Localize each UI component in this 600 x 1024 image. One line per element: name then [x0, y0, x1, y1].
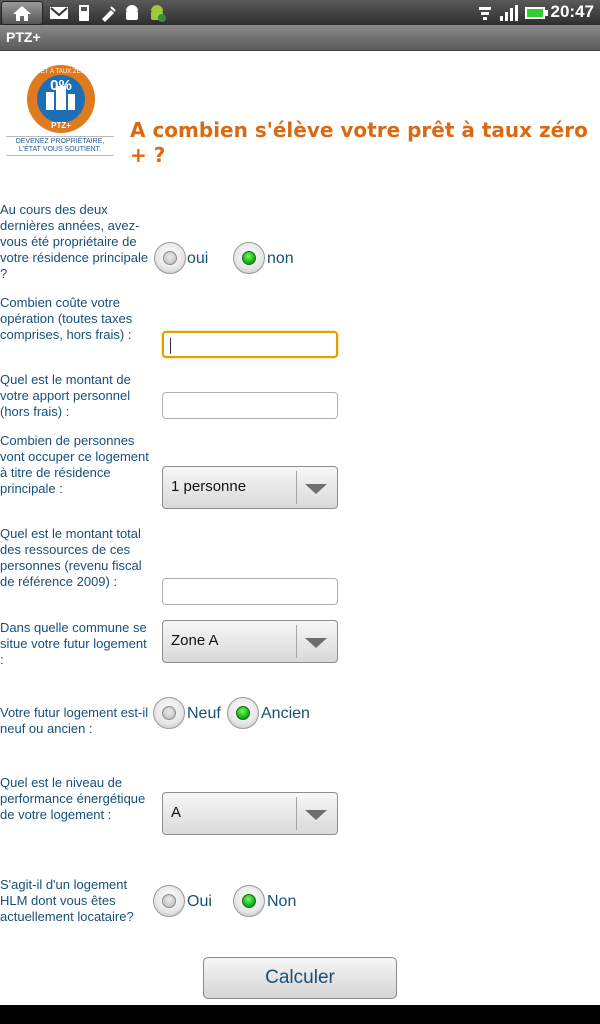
radio-hlm-no-label[interactable]: Non [267, 893, 296, 911]
cost-input[interactable] [162, 331, 338, 358]
radio-ownership-yes[interactable] [154, 242, 186, 274]
app-title-bar: PTZ+ [0, 25, 600, 51]
sd-card-icon [74, 3, 94, 22]
contribution-input[interactable] [162, 392, 338, 419]
clock: 20:47 [550, 2, 594, 21]
page-title: A combien s'élève votre prêt à taux zéro… [130, 118, 588, 167]
radio-dot-checked [236, 706, 250, 720]
logo-brand: PTZ+ [51, 121, 71, 130]
logo-tagline: DEVENEZ PROPRIÉTAIRE, L'ÉTAT VOUS SOUTIE… [6, 136, 114, 156]
gmail-icon [48, 3, 70, 22]
question-persons-label: Combien de personnes vont occuper ce log… [0, 433, 149, 496]
battery-icon [524, 3, 548, 22]
radio-dot [162, 894, 176, 908]
question-zone-label: Dans quelle commune se situe votre futur… [0, 620, 147, 667]
spinner-divider [296, 471, 297, 504]
radio-housing-old-label[interactable]: Ancien [261, 705, 310, 723]
spinner-divider [296, 625, 297, 658]
logo-tagline-line2: L'ÉTAT VOUS SOUTIENT. [18, 146, 102, 153]
persons-spinner[interactable]: 1 personne [162, 466, 338, 509]
chevron-down-icon [305, 810, 327, 820]
persons-spinner-value: 1 personne [171, 478, 247, 495]
energy-spinner[interactable]: A [162, 792, 338, 835]
question-hlm-label: S'agit-il d'un logement HLM dont vous êt… [0, 877, 134, 924]
logo-tagline-line1: DEVENEZ PROPRIÉTAIRE, [15, 138, 105, 145]
home-icon[interactable] [1, 1, 43, 25]
radio-hlm-yes[interactable] [153, 885, 185, 917]
wifi-icon [476, 3, 494, 22]
chevron-down-icon [305, 484, 327, 494]
radio-ownership-yes-label[interactable]: oui [187, 250, 208, 268]
radio-dot [162, 706, 176, 720]
zone-spinner[interactable]: Zone A [162, 620, 338, 663]
radio-ownership-no-label[interactable]: non [267, 250, 294, 268]
energy-spinner-value: A [171, 804, 182, 821]
radio-hlm-yes-label[interactable]: Oui [187, 893, 212, 911]
calculate-button[interactable]: Calculer [203, 957, 397, 999]
status-bar: 20:47 [0, 0, 600, 25]
radio-dot-checked [242, 894, 256, 908]
radio-housing-new[interactable] [153, 697, 185, 729]
chevron-down-icon [305, 638, 327, 648]
system-nav-bar [0, 1005, 600, 1024]
question-contribution-label: Quel est le montant de votre apport pers… [0, 372, 131, 419]
app-title: PTZ+ [6, 29, 41, 45]
radio-housing-new-label[interactable]: Neuf [187, 705, 221, 723]
radio-ownership-no[interactable] [233, 242, 265, 274]
signal-icon [498, 3, 520, 22]
android-update-icon [146, 3, 168, 22]
question-cost-label: Combien coûte votre opération (toutes ta… [0, 295, 133, 342]
income-input[interactable] [162, 578, 338, 605]
spinner-divider [296, 797, 297, 830]
question-energy-label: Quel est le niveau de performance énergé… [0, 775, 146, 822]
text-caret [170, 338, 171, 354]
question-ownership-label: Au cours des deux dernières années, avez… [0, 202, 149, 281]
radio-dot-checked [242, 251, 256, 265]
question-income-label: Quel est le montant total des ressources… [0, 526, 142, 589]
zone-spinner-value: Zone A [171, 632, 219, 649]
usb-debug-icon [98, 3, 118, 22]
radio-hlm-no[interactable] [233, 885, 265, 917]
radio-housing-old[interactable] [227, 697, 259, 729]
question-new-old-label: Votre futur logement est-il neuf ou anci… [0, 705, 149, 736]
radio-dot [163, 251, 177, 265]
android-icon [122, 3, 142, 22]
logo-percent: 0% [50, 77, 72, 94]
logo-arc-text: PRÊT À TAUX ZÉRO [32, 67, 89, 75]
